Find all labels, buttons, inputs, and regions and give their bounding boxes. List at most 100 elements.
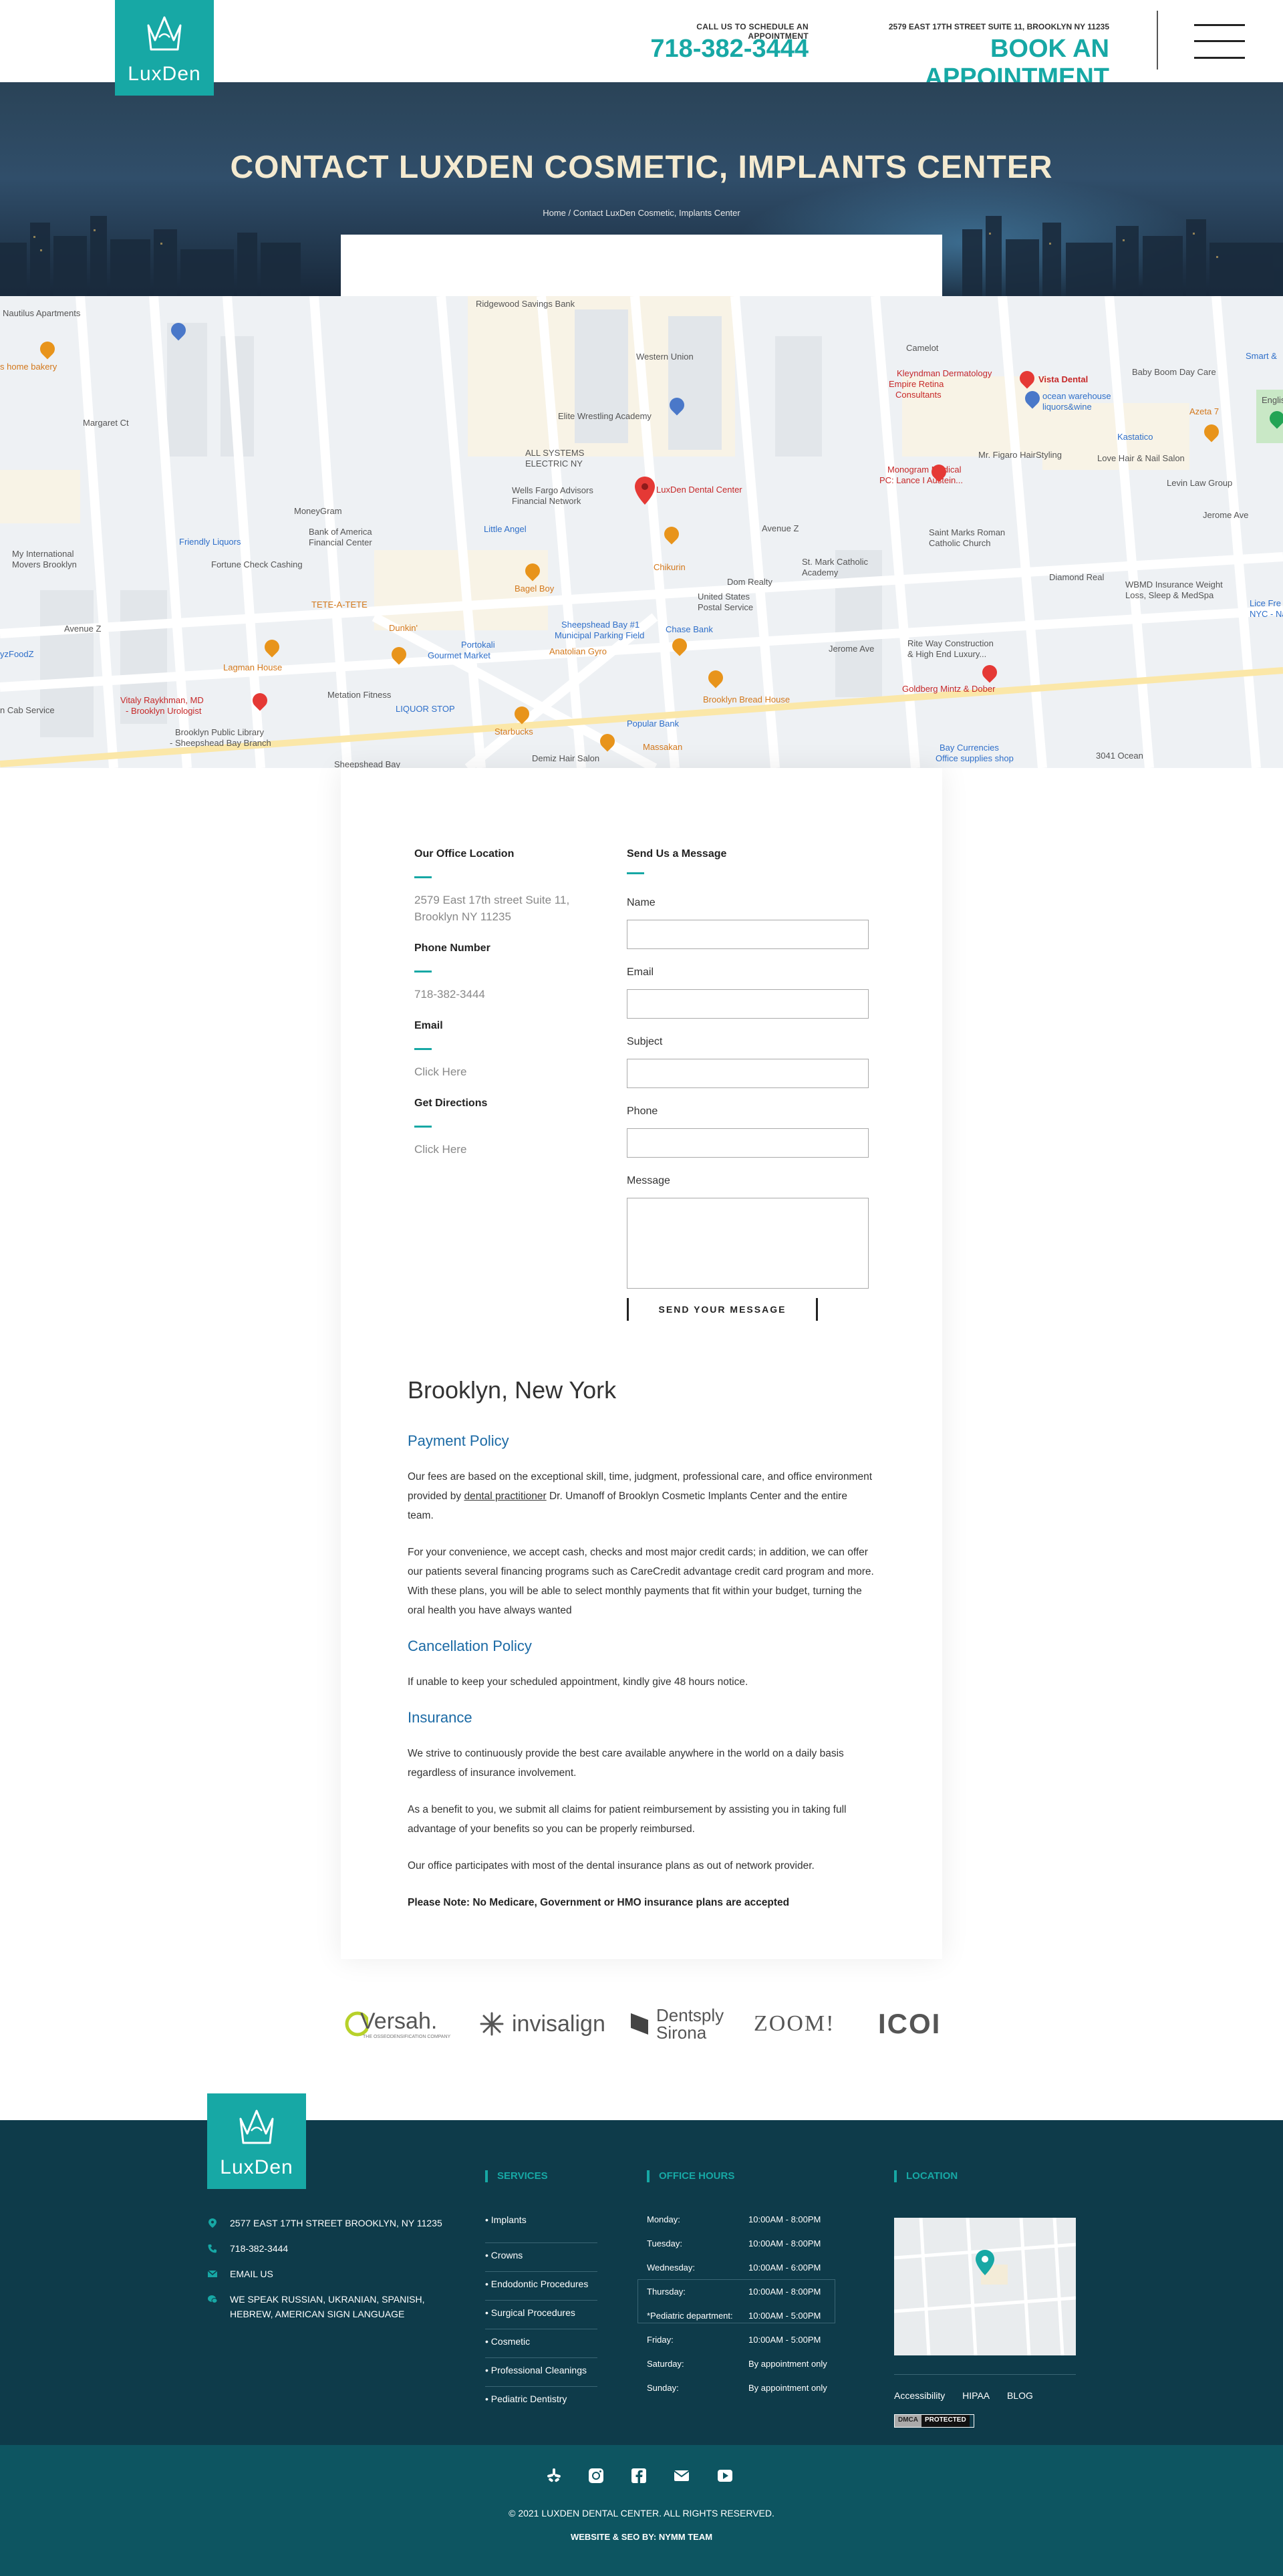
yelp-icon[interactable] [545, 2467, 563, 2484]
map-label: TETE-A-TETE [311, 600, 368, 610]
map-label: Nautilus Apartments [3, 308, 81, 318]
map-label-luxden[interactable]: LuxDen Dental Center [656, 485, 742, 495]
dental-practitioner-link[interactable]: dental practitioner [464, 1491, 546, 1502]
luxden-map-pin-icon[interactable] [635, 477, 655, 505]
phone-field[interactable] [627, 1128, 869, 1158]
footer-logo[interactable]: LuxDen [207, 2093, 306, 2189]
service-link[interactable]: • Cosmetic [485, 2329, 597, 2358]
blog-link[interactable]: BLOG [1007, 2390, 1033, 2401]
hipaa-link[interactable]: HIPAA [962, 2390, 990, 2401]
accessibility-link[interactable]: Accessibility [894, 2390, 945, 2401]
map-label: LIQUOR STOP [396, 704, 455, 714]
header-divider [1157, 11, 1158, 70]
footer-phone[interactable]: 718-382-3444 [207, 2241, 461, 2256]
office-address-line1: 2579 East 17th street Suite 11, [414, 894, 570, 906]
map-label: Friendly Liquors [179, 537, 241, 547]
map-label: Kastatico [1117, 432, 1153, 442]
versah-logo: Versah. THE OSSEODENSIFICATION COMPANY [344, 2004, 450, 2044]
insurance-paragraph-3: Our office participates with most of the… [408, 1860, 815, 1872]
logo[interactable]: LuxDen [115, 0, 214, 96]
copyright: © 2021 LUXDEN DENTAL CENTER. ALL RIGHTS … [509, 2508, 774, 2519]
google-map[interactable]: LuxDen Dental Center Ridgewood Savings B… [0, 296, 1283, 768]
map-label: Elite Wrestling Academy [558, 411, 652, 421]
map-label: Massakan [643, 742, 683, 752]
service-link[interactable]: • Endodontic Procedures [485, 2272, 597, 2301]
map-label: Gourmet Market [428, 650, 490, 660]
footer-links: Accessibility HIPAA BLOG [894, 2390, 1048, 2401]
map-label: Dunkin' [389, 623, 418, 633]
insurance-paragraph-1: We strive to continuously provide the be… [408, 1748, 844, 1779]
service-link[interactable]: • Pediatric Dentistry [485, 2387, 597, 2416]
map-label: Financial Center [309, 537, 372, 547]
header-phone-link[interactable]: 718-382-3444 [601, 35, 809, 63]
map-label: Smart & [1246, 351, 1277, 361]
message-field[interactable] [627, 1198, 869, 1289]
map-label: Brooklyn Bread House [703, 694, 791, 704]
directions-link[interactable]: Click Here [414, 1141, 588, 1158]
logo-text: LuxDen [220, 2156, 293, 2178]
map-label: Popular Bank [627, 719, 680, 729]
map-label: liquors&wine [1042, 402, 1092, 412]
logo-text: LuxDen [128, 63, 201, 85]
map-label: ALL SYSTEMS [525, 448, 585, 458]
insurance-paragraph-2: As a benefit to you, we submit all claim… [408, 1804, 847, 1835]
payment-paragraph-1: Our fees are based on the exceptional sk… [408, 1471, 873, 1521]
map-label: Bagel Boy [515, 584, 555, 594]
instagram-icon[interactable] [587, 2467, 605, 2484]
map-label: - Brooklyn Urologist [126, 706, 202, 716]
footer-address[interactable]: 2577 EAST 17TH STREET BROOKLYN, NY 11235 [207, 2216, 461, 2230]
email-field[interactable] [627, 989, 869, 1019]
street-label: Avenue Z [762, 523, 799, 533]
footer-map[interactable] [894, 2218, 1076, 2355]
office-address-line2: Brooklyn NY 11235 [414, 910, 511, 923]
map-label: Ridgewood Savings Bank [476, 299, 575, 309]
map-label: yzFoodZ [0, 649, 34, 659]
email-icon[interactable] [673, 2467, 690, 2484]
invisalign-star-icon [480, 2012, 504, 2036]
map-label: Loss, Sleep & MedSpa [1125, 590, 1214, 600]
facebook-icon[interactable] [630, 2467, 648, 2484]
footer-email[interactable]: EMAIL US [207, 2267, 461, 2281]
map-label: Little Angel [484, 524, 527, 534]
map-label: Starbucks [494, 727, 533, 737]
map-label: Anatolian Gyro [549, 646, 607, 656]
send-message-button[interactable]: SEND YOUR MESSAGE [627, 1298, 818, 1321]
site-credit[interactable]: WEBSITE & SEO BY: NYMM TEAM [0, 2532, 1283, 2542]
dentsply-sirona-logo: Dentsply Sirona [629, 2004, 724, 2044]
service-link[interactable]: • Surgical Procedures [485, 2301, 597, 2329]
name-field[interactable] [627, 920, 869, 949]
map-label: Empire Retina [889, 379, 944, 389]
name-label: Name [627, 897, 656, 908]
youtube-icon[interactable] [716, 2467, 734, 2484]
dentsply-icon [631, 2013, 648, 2035]
office-location-heading: Our Office Location [414, 848, 515, 860]
map-label: PC: Lance I Austein... [879, 475, 964, 485]
map-label: Vista Dental [1038, 374, 1089, 384]
map-label: Fortune Check Cashing [211, 559, 303, 569]
map-label: Chikurin [654, 562, 686, 572]
street-label: Jerome Ave [829, 644, 875, 654]
dmca-badge[interactable]: DMCA PROTECTED [894, 2414, 974, 2428]
services-list: • Implants • Crowns • Endodontic Procedu… [485, 2214, 597, 2416]
service-link[interactable]: • Professional Cleanings [485, 2358, 597, 2387]
subject-field[interactable] [627, 1059, 869, 1088]
hours-row: Wednesday: 10:00AM - 6:00PM [647, 2263, 821, 2273]
email-link[interactable]: Click Here [414, 1063, 588, 1080]
contact-content-panel: Our Office Location 2579 East 17th stree… [341, 768, 942, 1959]
hours-row: Sunday: By appointment only [647, 2383, 827, 2393]
menu-icon[interactable] [1194, 24, 1245, 59]
map-label: Baby Boom Day Care [1132, 367, 1216, 377]
office-phone-link[interactable]: 718-382-3444 [414, 986, 588, 1003]
map-label: Demiz Hair Salon [532, 753, 600, 763]
service-link[interactable]: • Implants [485, 2214, 597, 2243]
map-label: Sheepshead Bay [334, 759, 401, 768]
map-label: WBMD Insurance Weight [1125, 579, 1223, 590]
map-label: St. Mark Catholic [802, 557, 868, 567]
message-label: Message [627, 1175, 670, 1186]
map-label: My International [12, 549, 74, 559]
map-label: Metation Fitness [327, 690, 392, 700]
map-label: s home bakery [0, 362, 57, 372]
map-label: Kleyndman Dermatology [897, 368, 992, 378]
breadcrumb[interactable]: Home / Contact LuxDen Cosmetic, Implants… [0, 208, 1283, 218]
service-link[interactable]: • Crowns [485, 2243, 597, 2272]
